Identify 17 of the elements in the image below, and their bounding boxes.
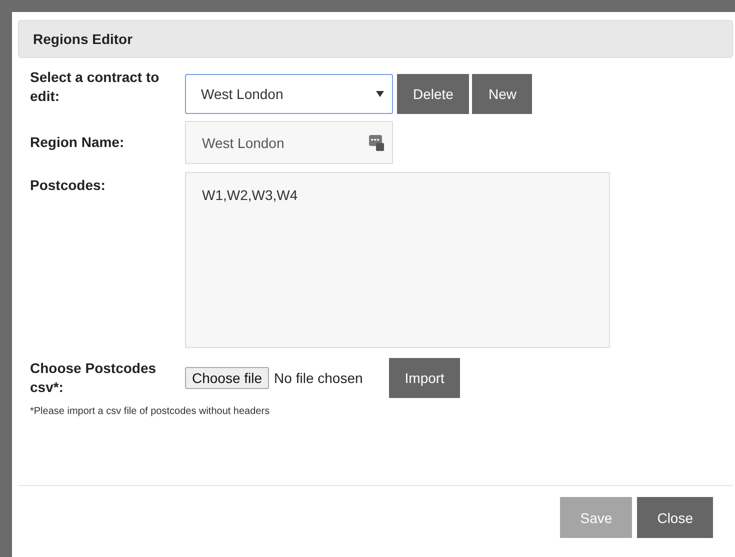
autofill-icon [369,134,384,150]
dialog-title: Regions Editor [18,20,733,58]
close-button[interactable]: Close [637,497,713,538]
import-button[interactable]: Import [388,358,460,398]
field-label: Region Name: [30,133,126,152]
import-note: *Please import a csv file of postcodes without headers [30,406,271,417]
caret-icon [376,91,384,97]
field-label: Choose Postcodes csv*: [30,359,158,397]
region-name-field[interactable]: West London [185,121,393,164]
contract-dropdown[interactable]: West London [185,74,393,114]
file-status: No file chosen [274,370,363,386]
new-button[interactable]: New [472,74,532,114]
postcodes-field[interactable]: W1,W2,W3,W4 [185,172,610,348]
field-label: Postcodes: [30,176,106,195]
delete-button[interactable]: Delete [397,74,470,114]
field-label: Select a contract to edit: [30,68,160,106]
choose-file-button[interactable]: Choose file [185,367,270,389]
